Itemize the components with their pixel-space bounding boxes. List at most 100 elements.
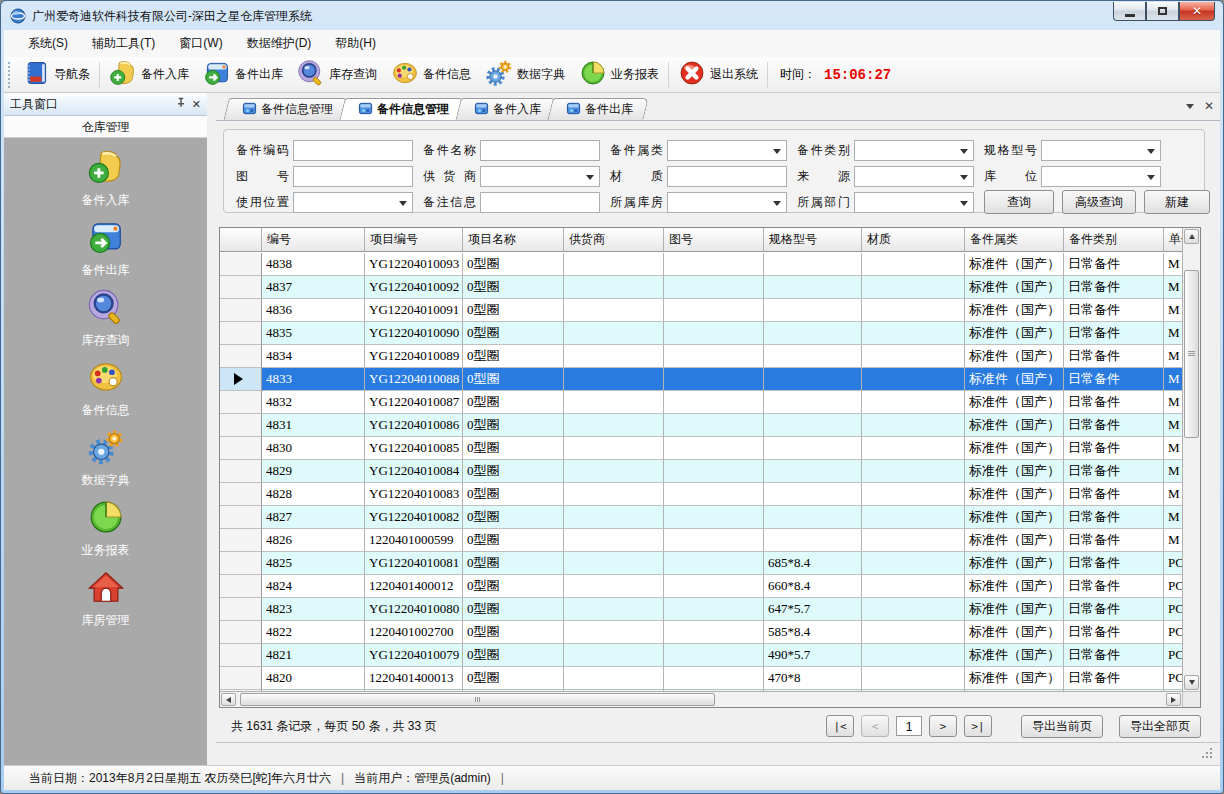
row-selector[interactable]: [220, 483, 262, 506]
scroll-up-icon[interactable]: [1184, 229, 1199, 244]
table-row-4821[interactable]: 4821YG122040100790型圈490*5.7标准件（国产）日常备件PC: [220, 644, 1182, 667]
column-header-材质[interactable]: 材质: [862, 228, 965, 251]
tab-close-icon[interactable]: ✕: [1204, 99, 1214, 113]
column-header-项目编号[interactable]: 项目编号: [365, 228, 463, 251]
minimize-button[interactable]: [1113, 2, 1146, 21]
menu-item-2[interactable]: 窗口(W): [167, 30, 234, 57]
table-row-4826[interactable]: 482612204010005990型圈标准件（国产）日常备件M: [220, 529, 1182, 552]
table-row-4837[interactable]: 4837YG122040100920型圈标准件（国产）日常备件M: [220, 276, 1182, 299]
tab-备件信息管理-0[interactable]: 备件信息管理: [226, 98, 346, 121]
menu-item-3[interactable]: 数据维护(D): [235, 30, 324, 57]
button-查询[interactable]: 查询: [984, 190, 1054, 214]
column-header-备件属类[interactable]: 备件属类: [965, 228, 1064, 251]
row-selector[interactable]: [220, 276, 262, 299]
toolbar-button-导航条[interactable]: 导航条: [15, 60, 97, 90]
table-row-4830[interactable]: 4830YG122040100850型圈标准件（国产）日常备件M: [220, 437, 1182, 460]
sidebar-item-备件入库[interactable]: 备件入库: [4, 148, 207, 218]
vertical-scroll-thumb[interactable]: [1184, 270, 1199, 438]
row-selector[interactable]: [220, 391, 262, 414]
table-row-4823[interactable]: 4823YG122040100800型圈647*5.7标准件（国产）日常备件PC: [220, 598, 1182, 621]
row-selector[interactable]: [220, 460, 262, 483]
form-field-备件名称[interactable]: [480, 140, 600, 161]
column-header-备件类别[interactable]: 备件类别: [1064, 228, 1164, 251]
close-button[interactable]: ✕: [1179, 2, 1215, 21]
row-selector[interactable]: [220, 368, 262, 391]
row-selector[interactable]: [220, 345, 262, 368]
table-row-4824[interactable]: 482412204014000120型圈660*8.4标准件（国产）日常备件PC: [220, 575, 1182, 598]
sidebar-item-业务报表[interactable]: 业务报表: [4, 498, 207, 568]
first-page-button[interactable]: |<: [826, 715, 854, 737]
table-row-4829[interactable]: 4829YG122040100840型圈标准件（国产）日常备件M: [220, 460, 1182, 483]
column-header-规格型号[interactable]: 规格型号: [764, 228, 862, 251]
maximize-button[interactable]: [1146, 2, 1179, 21]
form-field-库位[interactable]: [1041, 166, 1161, 187]
horizontal-scrollbar[interactable]: [220, 691, 1182, 707]
form-field-来源[interactable]: [854, 166, 974, 187]
table-row-4834[interactable]: 4834YG122040100890型圈标准件（国产）日常备件M: [220, 345, 1182, 368]
toolbar-button-备件信息[interactable]: 备件信息: [384, 60, 478, 90]
table-row-4831[interactable]: 4831YG122040100860型圈标准件（国产）日常备件M: [220, 414, 1182, 437]
row-selector[interactable]: [220, 552, 262, 575]
column-header-单位[interactable]: 单位: [1164, 228, 1182, 251]
toolbar-button-备件出库[interactable]: 备件出库: [196, 60, 290, 90]
form-field-规格型号[interactable]: [1041, 140, 1161, 161]
column-header-selector[interactable]: [220, 228, 262, 251]
form-field-图号[interactable]: [293, 166, 413, 187]
last-page-button[interactable]: >|: [964, 715, 992, 737]
tab-list-dropdown-icon[interactable]: [1186, 104, 1194, 113]
scroll-down-icon[interactable]: [1184, 675, 1199, 690]
row-selector[interactable]: [220, 621, 262, 644]
row-selector[interactable]: [220, 253, 262, 276]
table-row-4827[interactable]: 4827YG122040100820型圈标准件（国产）日常备件M: [220, 506, 1182, 529]
menu-item-0[interactable]: 系统(S): [16, 30, 80, 57]
tab-备件出库-3[interactable]: 备件出库: [550, 98, 646, 121]
tab-备件入库-2[interactable]: 备件入库: [458, 98, 554, 121]
export-all-pages-button[interactable]: 导出全部页: [1119, 715, 1201, 738]
pin-icon[interactable]: [172, 97, 184, 111]
sidebar-item-库存查询[interactable]: 库存查询: [4, 288, 207, 358]
column-header-供货商[interactable]: 供货商: [564, 228, 664, 251]
table-row-4838[interactable]: 4838YG122040100930型圈标准件（国产）日常备件M: [220, 253, 1182, 276]
column-header-图号[interactable]: 图号: [664, 228, 764, 251]
form-field-材质[interactable]: [667, 166, 787, 187]
button-高级查询[interactable]: 高级查询: [1062, 190, 1136, 214]
column-header-项目名称[interactable]: 项目名称: [463, 228, 564, 251]
vertical-scrollbar[interactable]: [1182, 228, 1200, 691]
row-selector[interactable]: [220, 322, 262, 345]
tab-备件信息管理-1[interactable]: 备件信息管理: [342, 98, 462, 121]
row-selector[interactable]: [220, 414, 262, 437]
form-field-备件类别[interactable]: [854, 140, 974, 161]
toolbar-button-库存查询[interactable]: 库存查询: [290, 60, 384, 90]
menu-item-4[interactable]: 帮助(H): [323, 30, 388, 57]
page-number-input[interactable]: 1: [896, 716, 922, 736]
prev-page-button[interactable]: <: [861, 715, 889, 737]
scroll-left-icon[interactable]: [221, 693, 236, 706]
table-row-4833[interactable]: 4833YG122040100880型圈标准件（国产）日常备件M: [220, 368, 1182, 391]
table-row-4822[interactable]: 482212204010027000型圈585*8.4标准件（国产）日常备件PC: [220, 621, 1182, 644]
next-page-button[interactable]: >: [929, 715, 957, 737]
form-field-备注信息[interactable]: [480, 192, 600, 213]
table-row-4828[interactable]: 4828YG122040100830型圈标准件（国产）日常备件M: [220, 483, 1182, 506]
form-field-所属部门[interactable]: [854, 192, 974, 213]
form-field-所属库房[interactable]: [667, 192, 787, 213]
row-selector[interactable]: [220, 529, 262, 552]
row-selector[interactable]: [220, 575, 262, 598]
column-header-编号[interactable]: 编号: [262, 228, 365, 251]
toolbar-button-业务报表[interactable]: 业务报表: [572, 60, 666, 90]
row-selector[interactable]: [220, 506, 262, 529]
toolbar-button-备件入库[interactable]: 备件入库: [102, 60, 196, 90]
scroll-right-icon[interactable]: [1166, 693, 1181, 706]
splitter[interactable]: [207, 93, 216, 765]
form-field-备件编码[interactable]: [293, 140, 413, 161]
export-current-page-button[interactable]: 导出当前页: [1021, 715, 1103, 738]
row-selector[interactable]: [220, 299, 262, 322]
table-row-4820[interactable]: 482012204014000130型圈470*8标准件（国产）日常备件PC: [220, 667, 1182, 690]
table-row-4832[interactable]: 4832YG122040100870型圈标准件（国产）日常备件M: [220, 391, 1182, 414]
row-selector[interactable]: [220, 667, 262, 690]
horizontal-scroll-thumb[interactable]: [240, 693, 715, 706]
table-row-4835[interactable]: 4835YG122040100900型圈标准件（国产）日常备件M: [220, 322, 1182, 345]
sidebar-close-icon[interactable]: ✕: [192, 98, 201, 111]
form-field-供货商[interactable]: [480, 166, 600, 187]
table-row-4836[interactable]: 4836YG122040100910型圈标准件（国产）日常备件M: [220, 299, 1182, 322]
row-selector[interactable]: [220, 437, 262, 460]
